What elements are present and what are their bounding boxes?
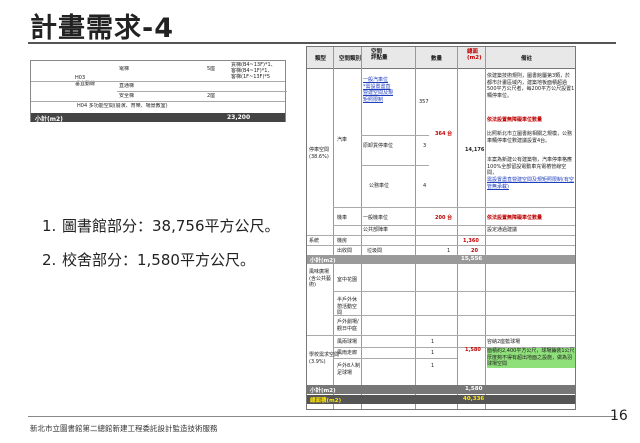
grid-hline [307,335,575,336]
parking-note-3: 本案為新建公有建築物，汽車停車格應100%全部留設電動車充電樁管線空間， [487,157,573,176]
grid-hline [361,165,429,166]
row-name-safety: 安全梯 [119,93,135,99]
parking-item-general: 一般汽車位 *需設置盡直 營建空間及規 矩照限制 [363,77,394,103]
system-group: 系統 [309,238,320,244]
summary-bullets: 1. 圖書館部分：38,756平方公尺。 2. 校舍部分：1,580平方公尺。 [42,215,280,283]
row-qty-elevator: 5座 [207,66,216,72]
bullet-library: 1. 圖書館部分：38,756平方公尺。 [42,217,280,235]
grid-hline [333,207,575,208]
school-note-highlight: 面積約2,400平方公尺，球場鋪裝1公尺厚度夠不得有超出地面之設施，做為羽球場空… [487,348,575,368]
parking-sub-car: 汽車 [337,137,348,143]
school-qty-field: 1 [431,363,435,369]
school-item-theater: 戶外劇場/觀日中庭 [337,319,359,332]
h04-label: H04 多功能空間(展演、育樂、場景教室) [77,103,168,109]
row-qty-safety: 2座 [207,93,216,99]
grid-hline [333,315,575,316]
row-note-elevator: 貨梯(B4~13F)*1、 客梯(B4~1F)*1、 客梯(1F~13F)*5 [231,62,276,80]
school-qty-corridor: 1 [431,350,435,356]
system-name: 機房 [337,238,348,244]
table-header: 類型 空間類別 空間 評點量 數量 總面 (m2) 備註 [307,47,575,69]
school-sum: 1,580 [465,347,481,353]
system-sum: 1,360 [463,238,479,244]
school-item-field: 戶外8人制足球場 [337,363,361,376]
bullet-school: 2. 校舍部分：1,580平方公尺。 [42,251,255,269]
left-total-label: 小計(m2) [35,116,63,123]
grid-vline [457,47,458,409]
slide-title: 計畫需求-4 [30,13,174,44]
school-item-corridor: 風雨走廊 [337,350,358,356]
subtotal1-value: 15,556 [461,256,483,262]
row-divider [117,91,287,92]
school-item-semi-outdoor: 半戶外休憩活動空間 [337,297,358,316]
other-sum: 20 [471,248,478,254]
parking-note-2: 比照新北市立圖書館相關之規模，公務車輛停車位數建議設置4台。 [487,131,573,144]
subtotal2-bar: 小計(m2) 1,580 [307,385,575,394]
parking-note-1: 依建築技術規則，圖書館屬第3類，於都市計畫區域內，建築地板面積超過500平方公尺… [487,73,575,99]
moto-sum: 200 台 [435,215,453,221]
grid-hline [333,358,457,359]
header-points: 空間 評點量 [371,49,388,61]
header-type: 類型 [315,56,327,62]
header-category: 空間類別 [339,56,362,62]
parking-note-1-red: 依法設置無障礙車位數量 [487,117,543,123]
public-parking-note: 設定通過建議 [487,227,518,233]
row-divider [31,101,285,102]
subtotal1-bar: 小計(m2) 15,556 [307,255,575,264]
school-qty-court: 1 [431,339,435,345]
public-parking-label: 公共部陣車 [363,227,389,233]
footer-text: 新北市立圖書館第二總館新建工程委託設計監造技術服務 [30,424,218,433]
page-number: 16 [610,408,628,424]
header-qty: 數量 [431,56,443,62]
total-value: 40,336 [463,396,485,402]
parking-note-3-blue: 需設置盡直營建空間及規矩照限制(有空管無承載) [487,177,574,190]
grid-hline [333,225,575,226]
left-total-value: 23,200 [227,114,251,121]
header-area: 總面 (m2) [467,49,482,61]
subtotal2-label: 小計(m2) [310,388,336,394]
school-note-court: 容納2座籃球場 [487,339,521,345]
grid-hline [307,235,575,236]
row-name-elevator: 電梯 [119,66,130,72]
parking-item-unload: 原卸貨停車位 [363,143,394,149]
parking-car-sum: 364 台 [435,131,453,137]
parking-item-unload-qty: 3 [423,143,427,149]
grid-vline [485,47,486,409]
other-name: 出收間 [337,248,353,254]
school-item-court: 風兩球場 [337,339,358,345]
moto-note: 依法設置無障礙車位數量 [487,215,543,221]
grid-hline [333,291,575,292]
parking-item-official-qty: 4 [423,183,427,189]
moto-label: 機車 [337,215,348,221]
parking-area: 14,176 [465,147,485,153]
footer-divider [28,416,616,417]
moto-item: 一般機車位 [363,215,389,221]
left-total-bar: 小計(m2) 23,200 [31,113,285,123]
school-item-garden: 室中花園 [337,277,358,283]
grid-vline [415,47,416,409]
total-bar: 總面積(m2) 40,336 [307,395,575,404]
row-divider [31,81,285,82]
grid-hline [361,135,429,136]
other-qty: 1 [447,248,451,254]
grid-hline [307,245,575,246]
parking-group: 停車空間 (38.6%) [309,147,330,160]
subtotal1-label: 小計(m2) [310,258,336,264]
school-group-1: 風味廣場(含公共藝術) [309,269,331,288]
parking-item-general-qty: 357 [419,99,429,105]
right-requirements-table: 類型 空間類別 空間 評點量 數量 總面 (m2) 備註 停車空間 (38.6%… [306,46,576,410]
total-label: 總面積(m2) [310,398,342,404]
other-item: 垃圾間 [367,248,383,254]
parking-item-official: 公務車位 [369,183,390,189]
grid-vline [361,47,362,409]
subtotal2-value: 1,580 [465,386,483,392]
title-divider [28,42,616,44]
header-note: 備註 [521,56,533,62]
row-name-direct: 直通梯 [119,83,135,89]
left-requirements-table: H03 垂直動線 電梯 5座 貨梯(B4~13F)*1、 客梯(B4~1F)*1… [30,60,287,123]
